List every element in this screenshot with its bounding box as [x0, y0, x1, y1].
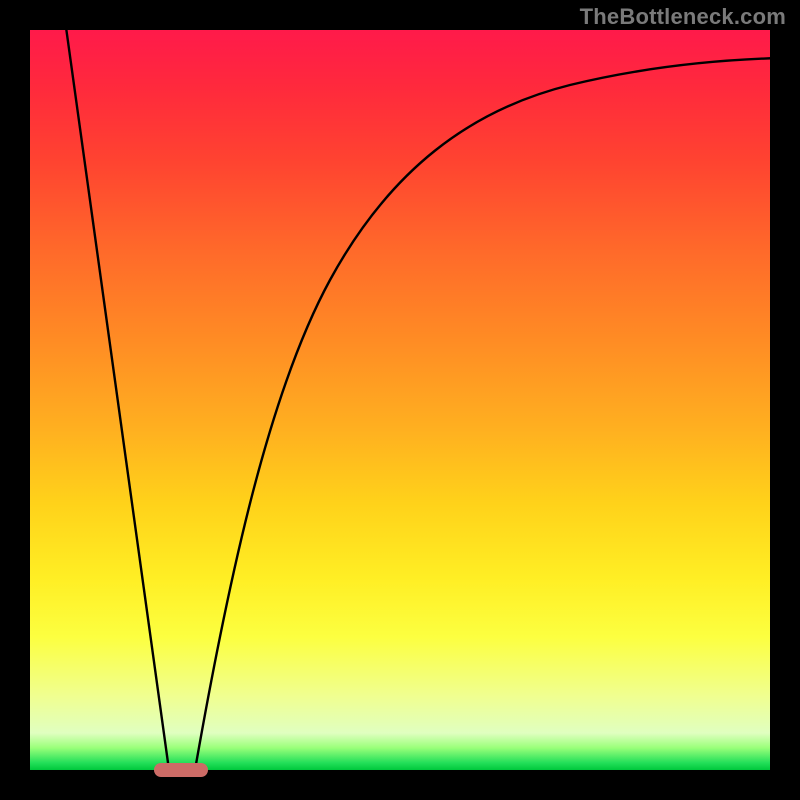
bottleneck-marker [154, 763, 208, 777]
curve-right [195, 58, 780, 770]
curve-left [65, 20, 169, 770]
watermark: TheBottleneck.com [580, 4, 786, 30]
chart-container: TheBottleneck.com [0, 0, 800, 800]
plot-area [30, 30, 770, 770]
chart-curves [30, 30, 770, 770]
